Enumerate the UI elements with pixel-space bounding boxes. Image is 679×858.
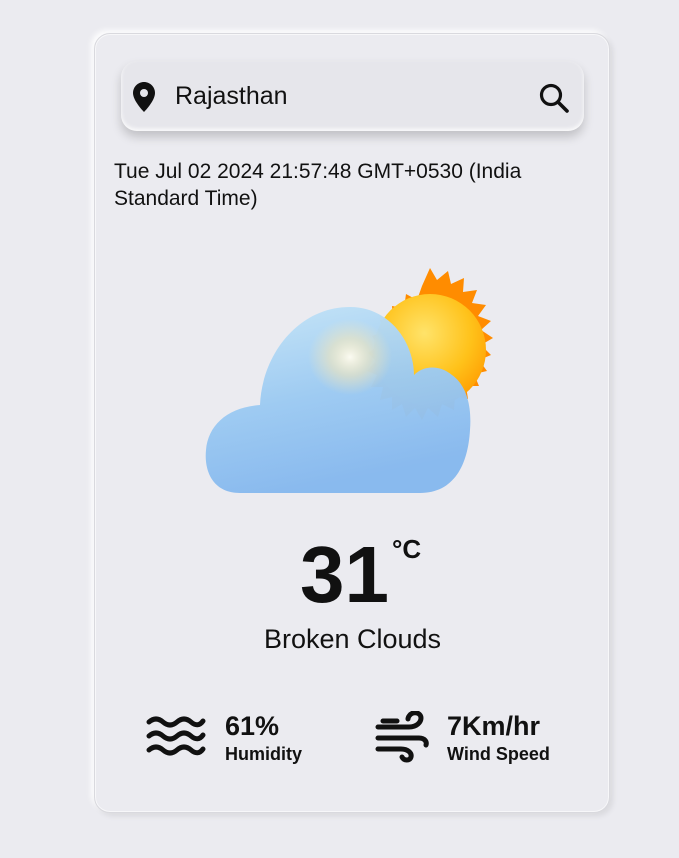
partly-cloudy-icon [205, 268, 493, 493]
humidity-label: Humidity [225, 744, 303, 764]
wind-icon [375, 711, 429, 763]
location-input[interactable] [175, 79, 515, 113]
temperature-unit: °C [392, 534, 422, 564]
search-icon[interactable] [538, 82, 570, 114]
wind-label: Wind Speed [447, 744, 550, 764]
waves-icon [146, 716, 206, 756]
humidity-value: 61% [225, 711, 280, 741]
weather-description: Broken Clouds [263, 624, 442, 654]
temperature-value: 31 [300, 530, 389, 619]
date-time: Tue Jul 02 2024 21:57:48 GMT+0530 (India… [114, 160, 522, 210]
wind-value: 7Km/hr [447, 711, 541, 741]
map-pin-icon [133, 82, 155, 112]
